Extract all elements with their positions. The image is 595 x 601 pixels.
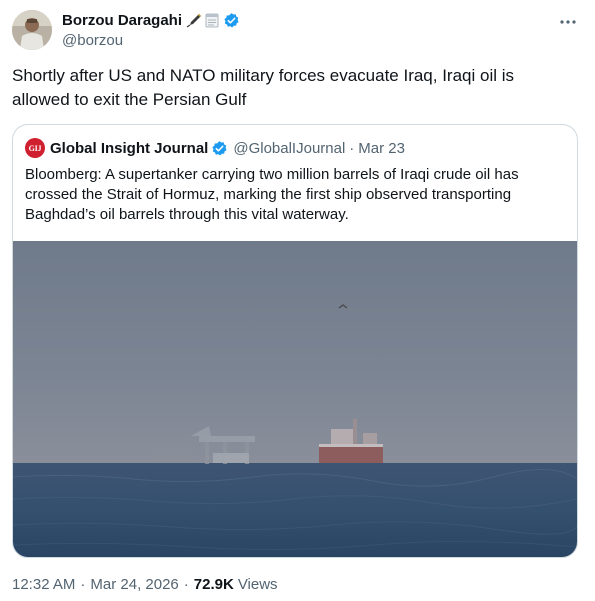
tweet-header: Borzou Daragahi @borzou xyxy=(12,8,583,52)
author-avatar[interactable] xyxy=(12,10,52,50)
views-label: Views xyxy=(237,576,278,593)
author-avatar-photo xyxy=(12,10,52,50)
author-names: Borzou Daragahi @borzou xyxy=(62,10,240,49)
tweet-date[interactable]: Mar 24, 2026 xyxy=(90,576,178,593)
quoted-avatar[interactable]: GIJ xyxy=(25,138,45,158)
footer-separator: · xyxy=(183,576,189,593)
footer-separator: · xyxy=(80,576,86,593)
fountain-pen-icon xyxy=(186,14,202,28)
quoted-media-photo[interactable] xyxy=(13,241,577,557)
more-options-icon[interactable] xyxy=(557,14,579,30)
author-display-name[interactable]: Borzou Daragahi xyxy=(62,12,182,29)
spiral-notepad-icon xyxy=(205,13,219,28)
author-handle[interactable]: @borzou xyxy=(62,32,240,49)
quoted-separator: · xyxy=(349,139,355,157)
quoted-date[interactable]: Mar 23 xyxy=(358,140,405,157)
tweet-time[interactable]: 12:32 AM xyxy=(12,576,75,593)
tweet-text: Shortly after US and NATO military force… xyxy=(12,66,515,109)
quoted-display-name[interactable]: Global Insight Journal xyxy=(50,140,208,157)
quoted-tweet[interactable]: GIJ Global Insight Journal @GlobalIJourn… xyxy=(12,124,578,558)
tweet-footer: 12:32 AM · Mar 24, 2026 · 72.9K Views xyxy=(12,576,278,593)
quoted-handle[interactable]: @GlobalIJournal xyxy=(233,140,345,157)
verified-badge-icon[interactable] xyxy=(223,12,240,29)
quoted-tweet-header: GIJ Global Insight Journal @GlobalIJourn… xyxy=(25,138,405,158)
quoted-text: Bloomberg: A supertanker carrying two mi… xyxy=(25,166,519,223)
views-count[interactable]: 72.9K xyxy=(194,576,234,593)
verified-badge-icon[interactable] xyxy=(211,140,228,157)
